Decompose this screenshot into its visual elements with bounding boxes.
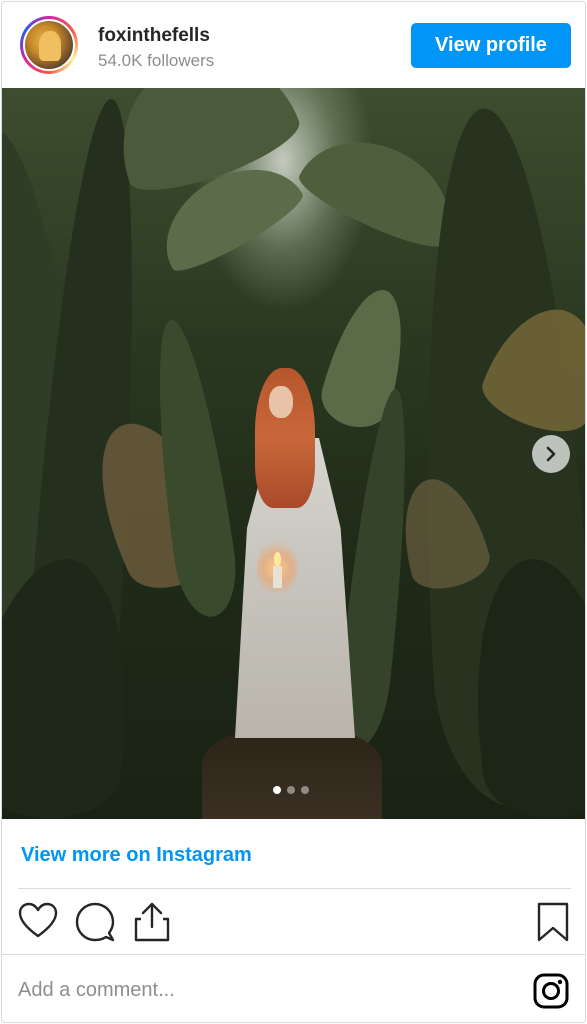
carousel-dot: [287, 786, 295, 794]
comment-icon[interactable]: [75, 902, 115, 942]
comment-input[interactable]: [18, 972, 498, 1008]
divider: [18, 888, 571, 889]
username[interactable]: foxinthefells: [98, 25, 210, 47]
chevron-right-icon: [546, 446, 556, 462]
instagram-embed-card: foxinthefells 54.0K followers View profi…: [1, 1, 586, 1023]
follower-count: 54.0K followers: [98, 51, 215, 70]
comment-bar: [2, 954, 585, 1022]
avatar[interactable]: [20, 16, 78, 74]
bookmark-icon[interactable]: [536, 901, 570, 943]
view-profile-button[interactable]: View profile: [411, 23, 571, 68]
instagram-icon[interactable]: [533, 973, 569, 1009]
post-header: foxinthefells 54.0K followers View profi…: [2, 2, 585, 89]
next-image-button[interactable]: [532, 435, 570, 473]
carousel-dot: [301, 786, 309, 794]
share-icon[interactable]: [133, 901, 171, 943]
heart-icon[interactable]: [18, 902, 58, 940]
avatar-image: [23, 19, 75, 71]
carousel-dot: [273, 786, 281, 794]
view-more-link[interactable]: View more on Instagram: [21, 844, 252, 867]
post-photo[interactable]: [2, 88, 585, 819]
woman-with-candle: [227, 368, 367, 748]
carousel-indicator: [273, 786, 309, 794]
